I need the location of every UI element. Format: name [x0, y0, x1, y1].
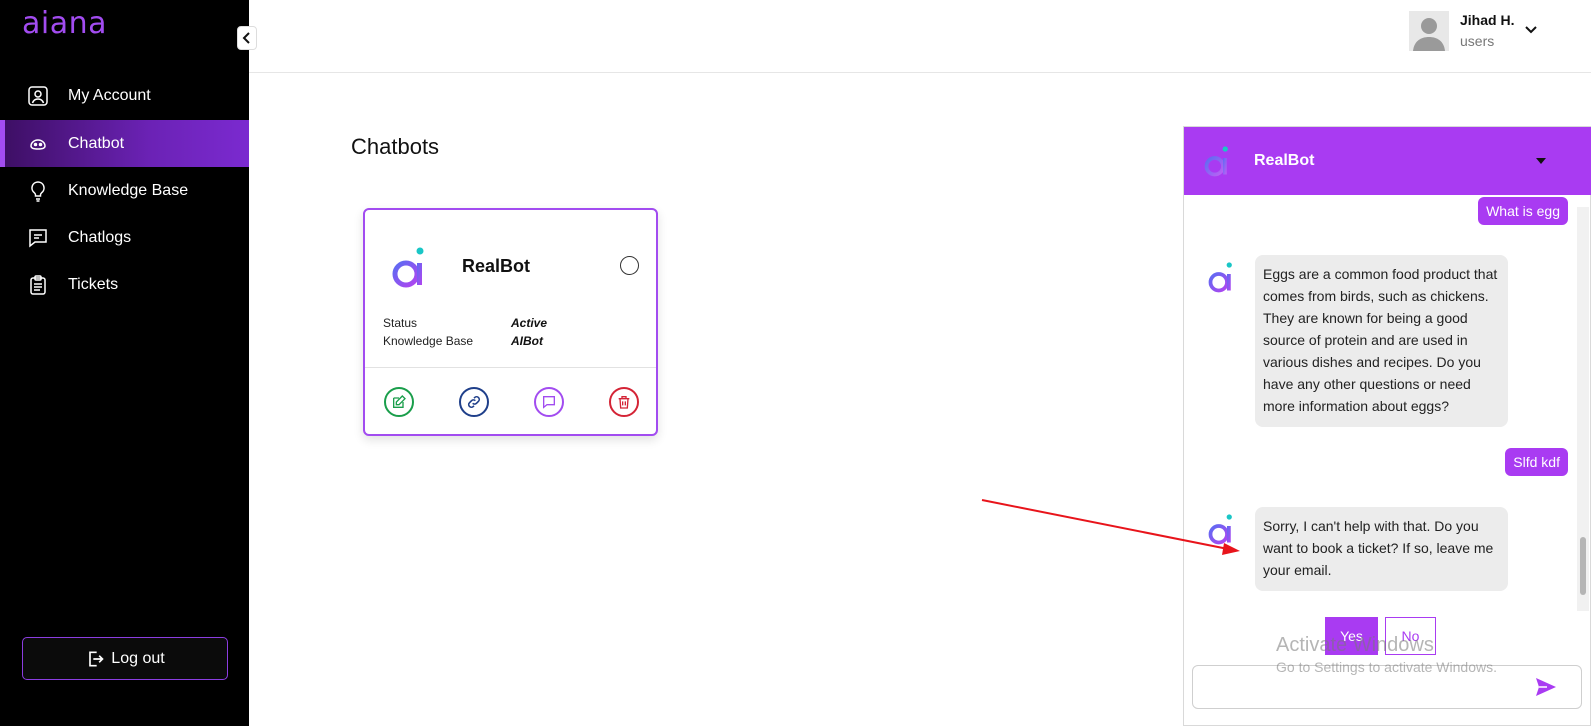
bot-icon: [30, 139, 46, 150]
sidebar-item-label: Chatlogs: [68, 228, 132, 246]
chatbot-name: RealBot: [462, 256, 531, 276]
windows-activation-watermark-title: Activate Windows: [1276, 634, 1434, 656]
sidebar-item-label: Chatbot: [68, 134, 125, 152]
sidebar-item-knowledge-base[interactable]: Knowledge Base: [0, 167, 249, 214]
knowledge-base-label: Knowledge Base: [383, 334, 474, 348]
sidebar-item-label: Knowledge Base: [68, 181, 189, 199]
chat-messages[interactable]: What is egg Eggs are a common food produ…: [1184, 195, 1591, 665]
bot-message: Sorry, I can't help with that. Do you wa…: [1255, 507, 1508, 591]
chat-title: RealBot: [1254, 152, 1315, 169]
knowledge-base-value: AIBot: [511, 334, 543, 348]
status-label: Status: [383, 316, 418, 330]
sidebar-item-chatlogs[interactable]: Chatlogs: [0, 214, 249, 261]
link-button[interactable]: [459, 387, 489, 417]
chat-scrollbar[interactable]: [1577, 207, 1589, 611]
chevron-down-icon[interactable]: [1523, 22, 1539, 38]
app-logo[interactable]: aiana: [22, 6, 107, 41]
logout-label: Log out: [111, 649, 165, 667]
chat-header[interactable]: RealBot: [1184, 127, 1591, 195]
chat-bubble-icon: [543, 396, 555, 409]
caret-down-icon[interactable]: [1534, 155, 1548, 167]
sidebar-item-label: Tickets: [68, 275, 119, 293]
user-silhouette-icon: [1409, 11, 1449, 51]
bot-avatar-icon: [1208, 514, 1232, 545]
sidebar-item-tickets[interactable]: Tickets: [0, 261, 249, 308]
bot-message: Eggs are a common food product that come…: [1255, 255, 1508, 427]
clipboard-icon: [30, 275, 46, 295]
user-name: Jihad H.: [1460, 12, 1515, 28]
chat-scrollbar-thumb[interactable]: [1580, 537, 1586, 595]
lightbulb-icon: [31, 181, 45, 202]
sidebar-item-chatbot[interactable]: Chatbot: [0, 120, 249, 167]
chevron-left-icon: [242, 32, 250, 44]
bot-avatar-icon: [1208, 262, 1232, 293]
aiana-logo-icon: [1204, 146, 1228, 177]
edit-button[interactable]: [384, 387, 414, 417]
chatbot-card[interactable]: RealBot Status Active Knowledge Base AIB…: [363, 208, 658, 436]
windows-activation-watermark-subtitle: Go to Settings to activate Windows.: [1276, 659, 1497, 675]
avatar[interactable]: [1409, 11, 1449, 51]
sidebar-item-label: My Account: [68, 86, 151, 104]
link-icon: [467, 395, 481, 409]
logout-icon: [89, 651, 104, 666]
page-title: Chatbots: [351, 134, 440, 159]
top-header: Jihad H. users: [249, 0, 1591, 73]
status-value: Active: [511, 316, 548, 330]
user-message: What is egg: [1478, 197, 1568, 225]
message-square-icon: [29, 229, 47, 248]
send-icon[interactable]: [1534, 675, 1558, 699]
sidebar-item-my-account[interactable]: My Account: [0, 72, 249, 119]
card-divider: [365, 367, 656, 368]
user-message: Slfd kdf: [1505, 448, 1568, 476]
logout-button[interactable]: Log out: [22, 637, 228, 680]
collapse-sidebar-button[interactable]: [237, 26, 257, 50]
edit-icon: [393, 395, 406, 408]
user-square-icon: [28, 86, 48, 106]
user-role: users: [1460, 33, 1495, 49]
delete-button[interactable]: [609, 387, 639, 417]
chatbot-select-radio[interactable]: [620, 256, 639, 275]
trash-icon: [618, 396, 630, 409]
sidebar: aiana My Account Chatbot Knowledge Base …: [0, 0, 249, 726]
open-chat-button[interactable]: [534, 387, 564, 417]
aiana-logo-icon: [392, 247, 424, 288]
